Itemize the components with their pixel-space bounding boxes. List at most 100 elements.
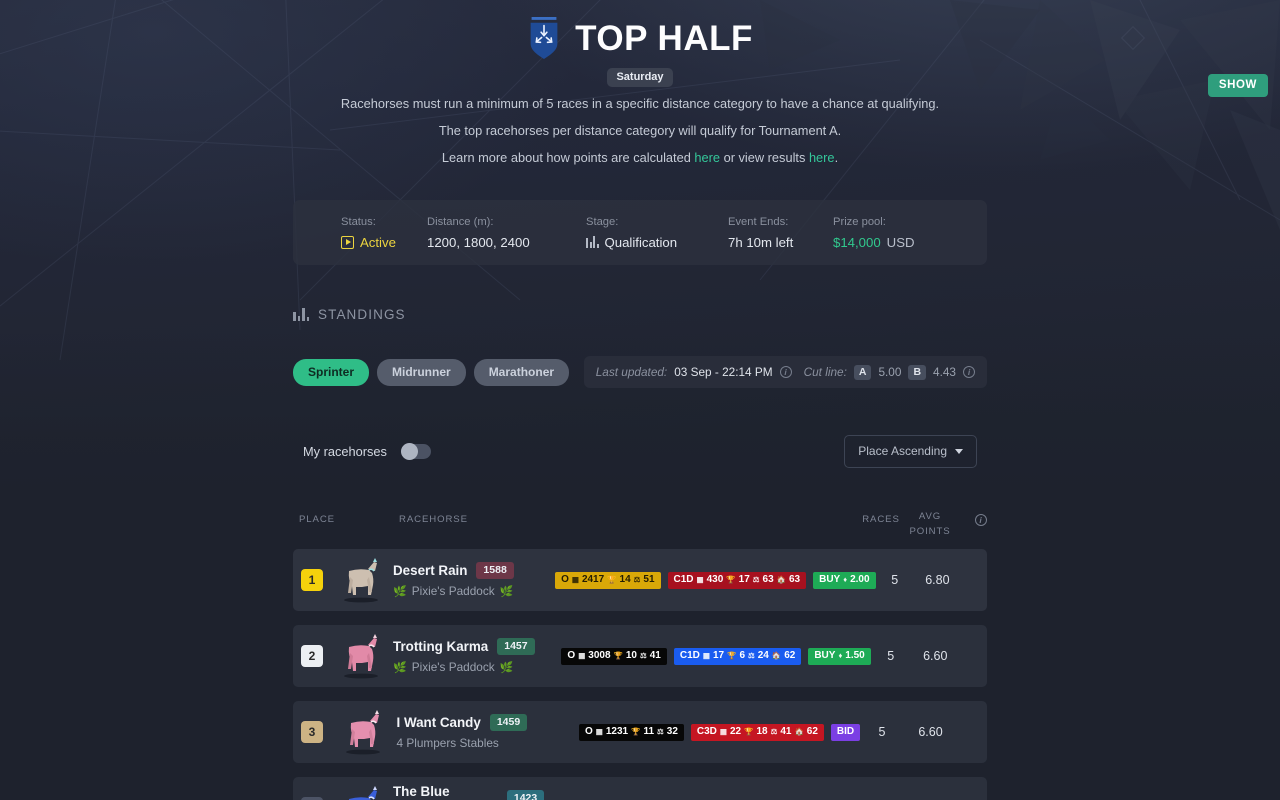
horse-name-row: Desert Rain 1588 (393, 561, 541, 580)
horse-info: The Blue Butcher 1423 We Buy Ugly Horses (393, 785, 545, 800)
cut-line-a-value: 5.00 (878, 365, 902, 380)
buy-badge[interactable]: BUY ♦ 1.50 (808, 647, 871, 665)
stat-badge-group: O ▦ 1231 🏆 11 ⚖ 32 C3D ▦ 22 🏆 18 ⚖ 41 🏠 … (578, 723, 861, 741)
table-row[interactable]: 3 I Want Candy 1459 4 Plumpers Stables O… (293, 701, 987, 764)
horse-avatar (335, 785, 387, 800)
horse-name[interactable]: Desert Rain (393, 564, 467, 578)
column-header-avg: AVG (918, 511, 942, 523)
table-row[interactable]: 4 The Blue Butcher 1423 (293, 777, 987, 800)
show-button[interactable]: SHOW (1207, 74, 1268, 97)
races-count: 5 (887, 649, 895, 664)
avg-points-value: 6.60 (923, 649, 948, 664)
stat-badge-group: O ▦ 3008 🏆 10 ⚖ 41 C1D ▦ 17 🏆 6 ⚖ 24 🏠 6… (561, 647, 871, 665)
place-badge: 1 (301, 569, 323, 592)
trophy-icon: 🏆 (744, 727, 754, 737)
category-chip-marathoner[interactable]: Marathoner (473, 358, 570, 386)
category-stats-badge[interactable]: C1D ▦ 17 🏆 6 ⚖ 24 🏠 62 (673, 647, 802, 665)
sort-dropdown-label: Place Ascending (858, 444, 947, 459)
badge-value-2: 10 (625, 650, 637, 662)
overall-stats-badge[interactable]: O ▦ 1231 🏆 11 ⚖ 32 (578, 723, 684, 741)
category-stats-badge[interactable]: C3D ▦ 22 🏆 18 ⚖ 41 🏠 62 (690, 723, 824, 741)
column-header-avg-points: AVG POINTS (903, 510, 957, 540)
badge-value-1: 22 (730, 726, 742, 738)
my-racehorses-toggle[interactable] (400, 443, 431, 461)
barn-icon: 🏠 (771, 651, 782, 661)
table-row[interactable]: 1 Desert Rain 1588 🌿 Pixie's Paddock 🌿 O… (293, 549, 987, 612)
badge-value-2: 17 (738, 574, 750, 586)
horse-rating-badge: 1423 (506, 789, 545, 800)
page-root: TOP HALF Saturday Racehorses must run a … (0, 0, 1280, 800)
generation-icon: ▦ (595, 727, 603, 737)
horse-avatar (335, 709, 391, 755)
generation-icon: ▦ (578, 651, 586, 661)
badge-value-3: 63 (762, 574, 774, 586)
description-block: Racehorses must run a minimum of 5 races… (0, 97, 1280, 165)
stable-row: 🌿 Pixie's Paddock 🌿 (393, 662, 547, 674)
bid-badge[interactable]: BID (830, 723, 861, 741)
badge-value-2: 6 (739, 650, 745, 662)
desc-text-mid: or view results (720, 149, 809, 165)
standings-filters-row: Sprinter Midrunner Marathoner Last updat… (293, 356, 987, 389)
column-header-races: RACES (862, 514, 900, 526)
sort-dropdown[interactable]: Place Ascending (844, 435, 977, 469)
page-title: TOP HALF (575, 18, 753, 58)
category-chip-sprinter[interactable]: Sprinter (293, 358, 370, 386)
stage-value-row: Qualification (586, 236, 728, 249)
table-row[interactable]: 2 Trotting Karma 1457 🌿 Pixie's Paddock … (293, 625, 987, 688)
podium-icon: ⚖ (770, 727, 778, 737)
badge-prefix: C1D (673, 574, 694, 586)
category-stats-badge[interactable]: C1D ▦ 430 🏆 17 ⚖ 63 🏠 63 (667, 571, 807, 589)
overall-stats-badge[interactable]: O ▦ 2417 🏆 14 ⚖ 51 (555, 571, 661, 589)
trophy-icon: 🏆 (607, 575, 617, 585)
leaf-icon: 🌿 (393, 661, 407, 674)
stage-label: Stage: (586, 215, 619, 228)
distance-value: 1200, 1800, 2400 (427, 234, 530, 250)
horse-name[interactable]: Trotting Karma (393, 640, 488, 654)
stable-name[interactable]: Pixie's Paddock (412, 662, 495, 674)
buy-badge[interactable]: BUY ♦ 2.00 (813, 571, 876, 589)
horse-avatar (335, 633, 387, 679)
stable-name[interactable]: Pixie's Paddock (412, 586, 495, 598)
status-value: Active (360, 234, 396, 250)
points-info-link[interactable]: here (694, 150, 720, 165)
bid-label: BID (836, 726, 855, 738)
prize-pool-currency: USD (886, 234, 915, 250)
cut-line-info-icon[interactable]: i (963, 366, 975, 379)
category-chip-midrunner[interactable]: Midrunner (377, 358, 466, 386)
bar-chart-icon (586, 236, 599, 249)
play-square-icon (341, 235, 354, 249)
last-updated-value: 03 Sep - 22:14 PM (674, 365, 773, 380)
horse-icon (344, 558, 378, 603)
results-link[interactable]: here (809, 150, 835, 165)
generation-icon: ▦ (702, 651, 710, 661)
my-racehorses-label: My racehorses (303, 444, 387, 460)
info-icon[interactable]: i (779, 366, 792, 379)
stable-row: 4 Plumpers Stables (397, 738, 565, 750)
badge-value-4: 63 (788, 574, 801, 586)
badge-prefix: C1D (679, 650, 700, 662)
stable-name[interactable]: 4 Plumpers Stables (397, 738, 499, 750)
horse-rating-badge: 1457 (497, 637, 535, 656)
horse-name-row: I Want Candy 1459 (397, 713, 565, 732)
horse-name[interactable]: The Blue Butcher (393, 785, 498, 800)
trophy-icon: 🏆 (613, 651, 623, 661)
title-row: TOP HALF (0, 12, 1280, 64)
horse-name[interactable]: I Want Candy (397, 716, 481, 730)
prize-pool-label: Prize pool: (833, 215, 886, 228)
info-icon[interactable]: i (975, 514, 987, 527)
avg-points-value: 6.60 (918, 725, 943, 740)
cut-line-b-key: B (908, 364, 927, 381)
cut-line-b-value: 4.43 (933, 365, 956, 380)
badge-value-2: 11 (643, 726, 655, 738)
badge-value-3: 51 (643, 574, 655, 586)
badge-prefix: O (561, 574, 569, 586)
trophy-icon: 🏆 (727, 651, 737, 661)
podium-icon: ⚖ (752, 575, 760, 585)
info-stage: Stage: Qualification (586, 215, 728, 249)
podium-icon: ⚖ (640, 651, 647, 661)
horse-info: I Want Candy 1459 4 Plumpers Stables (397, 713, 565, 750)
shield-arrows-icon (530, 17, 558, 59)
chevron-down-icon (955, 448, 963, 454)
column-header-info: i (957, 510, 987, 527)
overall-stats-badge[interactable]: O ▦ 3008 🏆 10 ⚖ 41 (561, 647, 667, 665)
